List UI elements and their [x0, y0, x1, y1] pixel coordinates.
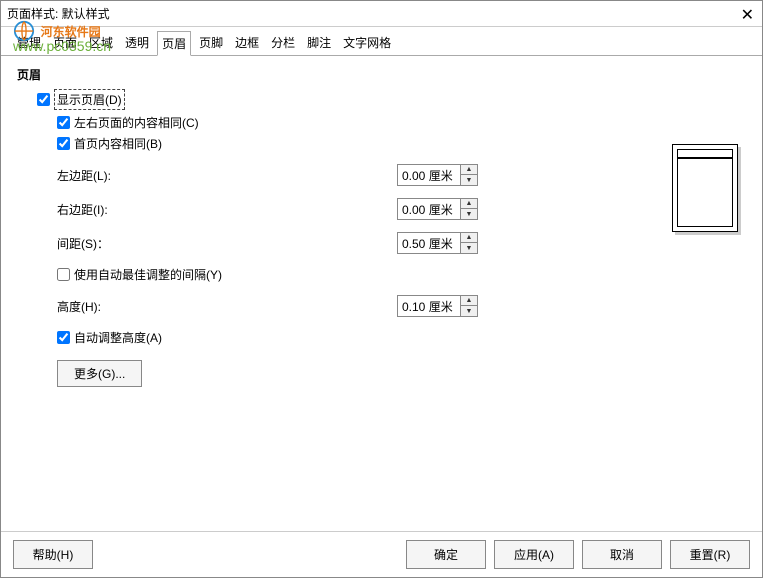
section-title: 页眉: [17, 66, 746, 83]
close-icon[interactable]: ✕: [741, 5, 754, 25]
more-button[interactable]: 更多(G)...: [57, 360, 142, 387]
tab-footnote[interactable]: 脚注: [303, 31, 335, 55]
spinner-up-icon[interactable]: ▲: [461, 199, 477, 209]
spinner-up-icon[interactable]: ▲: [461, 296, 477, 306]
window-title: 页面样式: 默认样式: [7, 5, 110, 22]
auto-spacing-input[interactable]: [57, 268, 70, 281]
tab-header[interactable]: 页眉: [157, 31, 191, 56]
height-spinner[interactable]: ▲ ▼: [397, 295, 478, 317]
reset-button[interactable]: 重置(R): [670, 540, 750, 569]
cancel-button[interactable]: 取消: [582, 540, 662, 569]
right-margin-label: 右边距(I):: [57, 201, 397, 218]
right-margin-spinner[interactable]: ▲ ▼: [397, 198, 478, 220]
auto-height-checkbox[interactable]: 自动调整高度(A): [57, 329, 162, 346]
auto-height-label: 自动调整高度(A): [74, 329, 162, 346]
spinner-down-icon[interactable]: ▼: [461, 175, 477, 185]
tab-area[interactable]: 区域: [85, 31, 117, 55]
titlebar: 页面样式: 默认样式 ✕: [1, 1, 762, 27]
left-margin-input[interactable]: [398, 166, 460, 184]
tab-columns[interactable]: 分栏: [267, 31, 299, 55]
same-firstpage-label: 首页内容相同(B): [74, 135, 162, 152]
tab-transparency[interactable]: 透明: [121, 31, 153, 55]
same-leftright-input[interactable]: [57, 116, 70, 129]
spinner-down-icon[interactable]: ▼: [461, 306, 477, 316]
tab-border[interactable]: 边框: [231, 31, 263, 55]
apply-button[interactable]: 应用(A): [494, 540, 574, 569]
spinner-up-icon[interactable]: ▲: [461, 233, 477, 243]
spacing-label: 间距(S)：: [57, 235, 397, 252]
height-input[interactable]: [398, 297, 460, 315]
dialog-footer: 帮助(H) 确定 应用(A) 取消 重置(R): [1, 531, 762, 577]
spacing-spinner[interactable]: ▲ ▼: [397, 232, 478, 254]
tab-manage[interactable]: 管理: [13, 31, 45, 55]
spinner-down-icon[interactable]: ▼: [461, 209, 477, 219]
left-margin-spinner[interactable]: ▲ ▼: [397, 164, 478, 186]
show-header-checkbox[interactable]: 显示页眉(D): [37, 89, 125, 110]
same-firstpage-checkbox[interactable]: 首页内容相同(B): [57, 135, 162, 152]
spacing-input[interactable]: [398, 234, 460, 252]
tab-bar: 管理 页面 区域 透明 页眉 页脚 边框 分栏 脚注 文字网格: [1, 27, 762, 56]
auto-height-input[interactable]: [57, 331, 70, 344]
tab-footer[interactable]: 页脚: [195, 31, 227, 55]
same-leftright-checkbox[interactable]: 左右页面的内容相同(C): [57, 114, 199, 131]
spinner-up-icon[interactable]: ▲: [461, 165, 477, 175]
help-button[interactable]: 帮助(H): [13, 540, 93, 569]
auto-spacing-checkbox[interactable]: 使用自动最佳调整的间隔(Y): [57, 266, 222, 283]
ok-button[interactable]: 确定: [406, 540, 486, 569]
left-margin-label: 左边距(L):: [57, 167, 397, 184]
page-preview: [672, 144, 738, 232]
content-panel: 页眉 显示页眉(D) 左右页面的内容相同(C) 首页内容相同(B) 左边距(L)…: [1, 56, 762, 397]
same-leftright-label: 左右页面的内容相同(C): [74, 114, 199, 131]
spinner-down-icon[interactable]: ▼: [461, 243, 477, 253]
tab-textgrid[interactable]: 文字网格: [339, 31, 395, 55]
show-header-label: 显示页眉(D): [54, 89, 125, 110]
auto-spacing-label: 使用自动最佳调整的间隔(Y): [74, 266, 222, 283]
show-header-input[interactable]: [37, 93, 50, 106]
right-margin-input[interactable]: [398, 200, 460, 218]
tab-page[interactable]: 页面: [49, 31, 81, 55]
same-firstpage-input[interactable]: [57, 137, 70, 150]
height-label: 高度(H):: [57, 298, 397, 315]
